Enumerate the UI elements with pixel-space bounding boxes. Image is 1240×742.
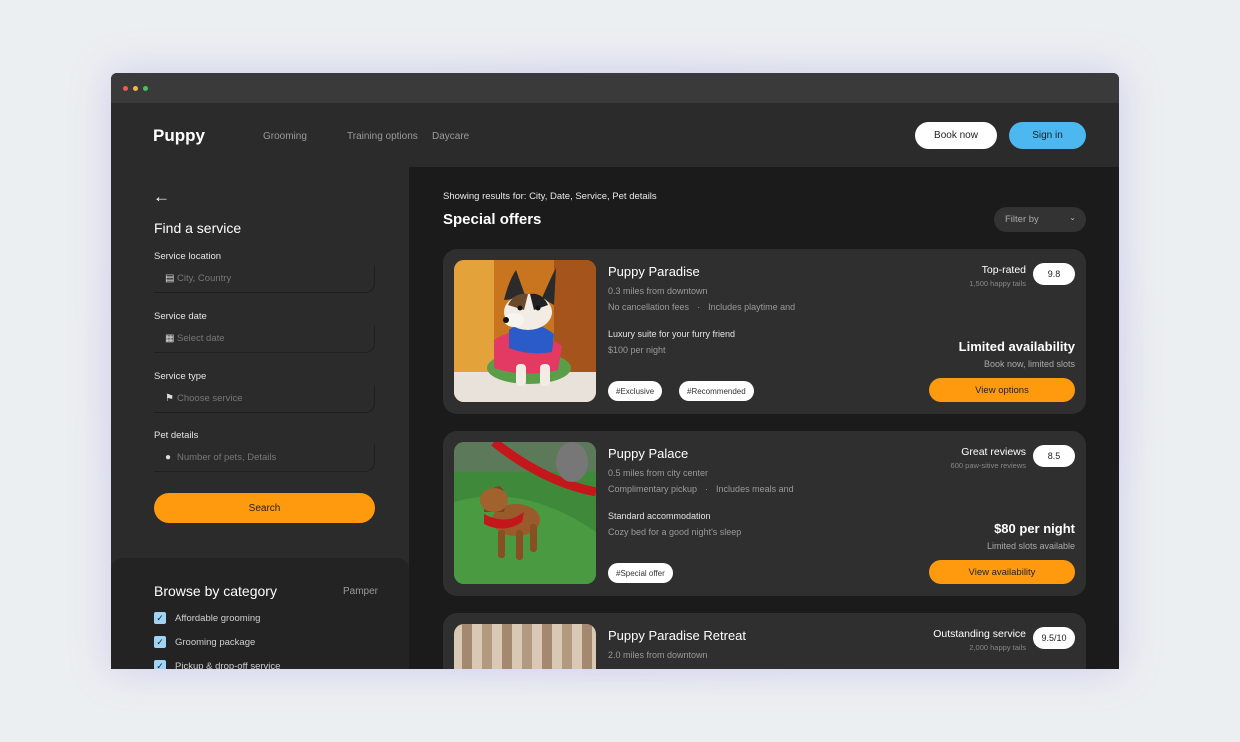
category-item[interactable]: ✓ Grooming package bbox=[154, 636, 255, 648]
availability-subtext: Book now, limited slots bbox=[983, 359, 1075, 369]
listing-distance: 0.5 miles from city center bbox=[608, 468, 709, 478]
rating-badge: 9.8 bbox=[1033, 263, 1075, 285]
listing-price-line: $100 per night bbox=[608, 345, 666, 355]
search-button[interactable]: Search bbox=[154, 493, 375, 523]
rating-subtext: 2,000 happy tails bbox=[969, 643, 1026, 652]
listing-card[interactable]: Puppy Paradise 0.3 miles from downtown N… bbox=[443, 249, 1086, 414]
top-navbar: Puppy Grooming Training options Daycare … bbox=[111, 103, 1119, 167]
book-now-button[interactable]: Book now bbox=[915, 122, 997, 149]
category-panel: Browse by category Pamper ✓ Affordable g… bbox=[111, 558, 409, 669]
checkbox-checked[interactable]: ✓ bbox=[154, 636, 166, 648]
availability-title: $80 per night bbox=[994, 521, 1075, 536]
date-label: Service date bbox=[154, 311, 207, 322]
rating-subtext: 1,500 happy tails bbox=[969, 279, 1026, 288]
sidebar-title: Find a service bbox=[154, 220, 242, 236]
dog-icon: ⚑ bbox=[165, 393, 174, 404]
view-availability-button[interactable]: View availability bbox=[929, 560, 1075, 584]
listing-card[interactable]: Puppy Paradise Retreat 2.0 miles from do… bbox=[443, 613, 1086, 669]
search-sidebar: ← Find a service Service location ▤ City… bbox=[111, 167, 409, 669]
feature-2: Includes playtime and bbox=[708, 302, 796, 312]
listing-distance: 0.3 miles from downtown bbox=[608, 286, 708, 296]
results-summary: Showing results for: City, Date, Service… bbox=[443, 191, 657, 202]
filter-label: Filter by bbox=[1005, 214, 1039, 225]
listing-photo[interactable] bbox=[454, 442, 596, 584]
calendar-icon: ▦ bbox=[165, 333, 175, 344]
listing-features: No cancellation fees · Includes playtime a… bbox=[608, 302, 795, 312]
rating-label: Top-rated bbox=[981, 264, 1026, 276]
browser-window: Puppy Grooming Training options Daycare … bbox=[111, 73, 1119, 669]
location-label: Service location bbox=[154, 251, 222, 262]
results-panel: Showing results for: City, Date, Service… bbox=[409, 167, 1119, 669]
checkbox-checked[interactable]: ✓ bbox=[154, 612, 166, 624]
listing-room: Luxury suite for your furry friend bbox=[608, 329, 736, 339]
sign-in-button[interactable]: Sign in bbox=[1009, 122, 1086, 149]
close-window-dot[interactable] bbox=[123, 86, 128, 91]
back-arrow-icon[interactable]: ← bbox=[153, 187, 170, 207]
brand-logo[interactable]: Puppy bbox=[153, 126, 205, 146]
category-label: Affordable grooming bbox=[175, 612, 261, 624]
nav-link-grooming[interactable]: Grooming bbox=[263, 131, 307, 142]
category-label: Pickup & drop-off service bbox=[175, 660, 281, 670]
listing-room: Standard accommodation bbox=[608, 511, 711, 521]
feature-separator: · bbox=[705, 484, 709, 494]
rating-badge: 9.5/10 bbox=[1033, 627, 1075, 649]
rating-subtext: 600 paw-sitive reviews bbox=[950, 461, 1026, 470]
tag-badge[interactable]: #Recommended bbox=[679, 381, 754, 401]
listing-distance: 2.0 miles from downtown bbox=[608, 650, 708, 660]
feature-1: No cancellation fees bbox=[608, 302, 690, 312]
listing-name[interactable]: Puppy Paradise Retreat bbox=[608, 628, 746, 643]
location-placeholder: City, Country bbox=[177, 273, 232, 284]
minimize-window-dot[interactable] bbox=[133, 86, 138, 91]
rating-badge: 8.5 bbox=[1033, 445, 1075, 467]
listing-photo[interactable] bbox=[454, 260, 596, 402]
category-item[interactable]: ✓ Pickup & drop-off service bbox=[154, 660, 280, 669]
nav-link-daycare[interactable]: Daycare bbox=[432, 131, 469, 142]
service-type-label: Service type bbox=[154, 371, 207, 382]
nav-link-training[interactable]: Training options bbox=[347, 131, 418, 142]
feature-2: Includes meals and bbox=[716, 484, 794, 494]
location-field[interactable]: ▤ City, Country bbox=[154, 265, 375, 293]
availability-title: Limited availability bbox=[958, 339, 1075, 354]
maximize-window-dot[interactable] bbox=[143, 86, 148, 91]
date-field[interactable]: ▦ Select date bbox=[154, 325, 375, 353]
chevron-down-icon: ⌄ bbox=[1069, 213, 1076, 222]
availability-subtext: Limited slots available bbox=[986, 541, 1075, 551]
rating-label: Great reviews bbox=[961, 446, 1026, 458]
kennel-photo-illustration bbox=[454, 624, 596, 669]
tag-badge[interactable]: #Exclusive bbox=[608, 381, 663, 401]
rating-label: Outstanding service bbox=[933, 628, 1026, 640]
listing-card[interactable]: Puppy Palace 0.5 miles from city center … bbox=[443, 431, 1086, 596]
filter-dropdown[interactable]: Filter by ⌄ bbox=[994, 207, 1086, 232]
checkbox-checked[interactable]: ✓ bbox=[154, 660, 166, 669]
dog-photo-illustration bbox=[454, 260, 596, 402]
tag-badge[interactable]: #Special offer bbox=[608, 563, 673, 583]
category-title: Browse by category bbox=[154, 583, 277, 599]
listing-features: Complimentary pickup · Includes meals and bbox=[608, 484, 794, 494]
pet-details-placeholder: Number of pets, Details bbox=[177, 452, 277, 463]
category-item[interactable]: ✓ Affordable grooming bbox=[154, 612, 260, 624]
listing-price-line: Cozy bed for a good night's sleep bbox=[608, 527, 742, 537]
view-options-button[interactable]: View options bbox=[929, 378, 1075, 402]
listing-name[interactable]: Puppy Palace bbox=[608, 446, 688, 461]
page-title: Special offers bbox=[443, 211, 542, 228]
map-icon: ▤ bbox=[165, 273, 175, 284]
date-placeholder: Select date bbox=[177, 333, 225, 344]
service-type-placeholder: Choose service bbox=[177, 393, 243, 404]
listing-photo[interactable] bbox=[454, 624, 596, 669]
dog-photo-illustration bbox=[454, 442, 596, 584]
listing-name[interactable]: Puppy Paradise bbox=[608, 264, 700, 279]
category-label: Grooming package bbox=[175, 636, 256, 648]
pet-details-label: Pet details bbox=[154, 430, 199, 441]
category-pamper-link[interactable]: Pamper bbox=[343, 586, 378, 597]
service-type-field[interactable]: ⚑ Choose service bbox=[154, 385, 375, 413]
pet-details-field[interactable]: ● Number of pets, Details bbox=[154, 444, 375, 472]
feature-separator: · bbox=[697, 302, 701, 312]
window-titlebar bbox=[111, 73, 1119, 103]
person-icon: ● bbox=[165, 452, 172, 463]
feature-1: Complimentary pickup bbox=[608, 484, 698, 494]
